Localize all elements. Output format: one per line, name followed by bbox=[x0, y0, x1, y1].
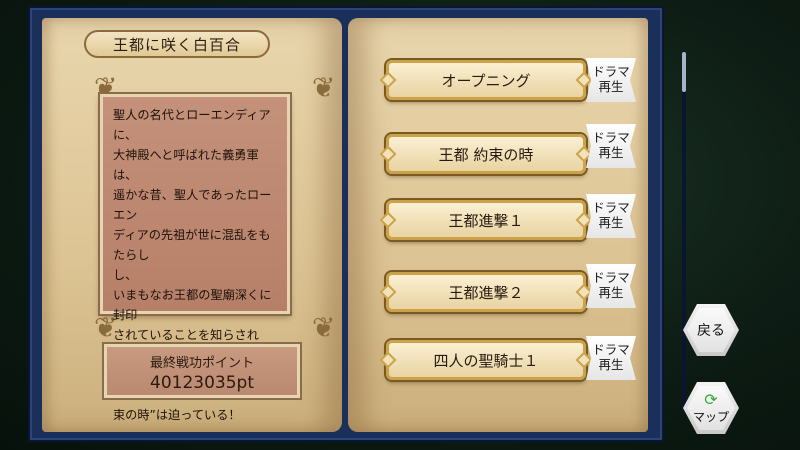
chapter-button-march-2[interactable]: 王都進撃２ bbox=[386, 272, 586, 312]
play-drama-label: 再生 bbox=[598, 215, 624, 230]
play-drama-button[interactable]: ドラマ 再生 bbox=[586, 264, 636, 308]
map-label: マップ bbox=[692, 409, 729, 424]
map-button[interactable]: ⟳ マップ bbox=[683, 382, 739, 434]
play-drama-label: ドラマ bbox=[592, 64, 630, 79]
story-line: いまもなお王都の聖廟深くに封印 bbox=[113, 288, 272, 322]
back-button-face: 戻る bbox=[687, 308, 735, 352]
chapter-button-opening[interactable]: オープニング bbox=[386, 60, 586, 100]
back-label: 戻る bbox=[697, 323, 725, 339]
chapter-scrollbar[interactable] bbox=[682, 52, 686, 412]
play-drama-button[interactable]: ドラマ 再生 bbox=[586, 124, 636, 168]
play-drama-button[interactable]: ドラマ 再生 bbox=[586, 58, 636, 102]
play-drama-label: ドラマ bbox=[592, 200, 630, 215]
story-line: し、 bbox=[113, 268, 138, 282]
points-label: 最終戦功ポイント bbox=[149, 356, 254, 371]
ornament-icon: ❦ bbox=[312, 311, 336, 344]
chapter-button-march-1[interactable]: 王都進撃１ bbox=[386, 200, 586, 240]
chapter-button-four-knights-1[interactable]: 四人の聖騎士１ bbox=[386, 340, 586, 380]
play-drama-label: ドラマ bbox=[592, 270, 630, 285]
play-drama-button[interactable]: ドラマ 再生 bbox=[586, 336, 636, 380]
story-line: 束の時”は迫っている！ bbox=[113, 408, 241, 422]
story-line: 遥かな昔、聖人であったローエン bbox=[113, 188, 272, 222]
points-value: 40123035pt bbox=[150, 373, 254, 393]
play-drama-label: 再生 bbox=[598, 285, 624, 300]
back-button[interactable]: 戻る bbox=[683, 304, 739, 356]
story-line: ディアの先祖が世に混乱をもたらし bbox=[113, 228, 271, 262]
story-line: 大神殿へと呼ばれた義勇軍は、 bbox=[113, 148, 259, 182]
ornament-icon: ❦ bbox=[312, 71, 336, 104]
play-drama-label: ドラマ bbox=[592, 130, 630, 145]
refresh-icon: ⟳ bbox=[704, 389, 718, 409]
chapter-button-promise[interactable]: 王都 約束の時 bbox=[386, 134, 586, 174]
scroll-thumb[interactable] bbox=[682, 52, 686, 92]
map-button-face: ⟳ マップ bbox=[687, 386, 735, 430]
final-points-panel: 最終戦功ポイント 40123035pt bbox=[104, 344, 300, 398]
story-text-box: 聖人の名代とローエンディアに、 大神殿へと呼ばれた義勇軍は、 遥かな昔、聖人であ… bbox=[100, 94, 290, 422]
play-drama-label: 再生 bbox=[598, 357, 624, 372]
play-drama-label: 再生 bbox=[598, 145, 624, 160]
play-drama-label: ドラマ bbox=[592, 342, 630, 357]
play-drama-button[interactable]: ドラマ 再生 bbox=[586, 194, 636, 238]
chapter-title: 王都に咲く白百合 bbox=[84, 30, 270, 58]
story-line: 聖人の名代とローエンディアに、 bbox=[113, 108, 271, 142]
play-drama-label: 再生 bbox=[598, 79, 624, 94]
